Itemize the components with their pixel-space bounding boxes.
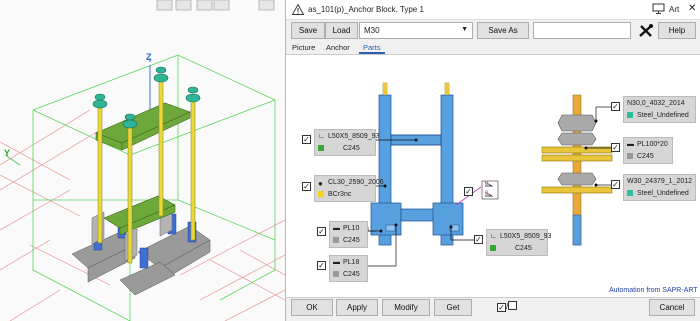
- y-axis-label: Y: [4, 148, 11, 158]
- help-button[interactable]: Help: [658, 22, 696, 39]
- nut-material: Steel_Undefined: [637, 112, 689, 119]
- deselect-all-checkbox[interactable]: [508, 301, 518, 310]
- angle-icon: ∟: [318, 133, 325, 140]
- anchor-block-3d-model: [0, 0, 285, 321]
- load-button[interactable]: Load: [325, 22, 358, 39]
- washer-plate-checkbox[interactable]: ✓: [611, 143, 620, 152]
- plate10-part[interactable]: ▬ PL10 C245: [329, 221, 368, 248]
- art-label: Art: [669, 5, 680, 14]
- plate10-checkbox[interactable]: ✓: [317, 227, 326, 236]
- automation-link[interactable]: Automation from SAPR-ART: [609, 287, 698, 294]
- bolt-part[interactable]: ● CL30_2590_2006 BCr3nc: [314, 175, 384, 202]
- nut-profile: N30,0_4032_2014: [627, 100, 685, 107]
- ok-button[interactable]: OK: [291, 299, 333, 316]
- save-as-button[interactable]: Save As: [477, 22, 529, 39]
- parts-panel: 8 8 ✓ ✓ ∟ L50X5_8509_93 C245 ✓ ● CL30_25…: [286, 54, 700, 298]
- angle-bottom-part[interactable]: ∟ L50X5_8509_93 C245: [486, 229, 552, 256]
- material-color-swatch: [627, 153, 633, 159]
- angle-top-part[interactable]: ∟ L50X5_8509_93 C245: [314, 129, 380, 156]
- angle-bottom-checkbox[interactable]: ✓: [474, 235, 483, 244]
- plate-icon: ▬: [333, 259, 340, 266]
- title-bar: as_101(p)_Anchor Block. Type 1 Art ✕: [286, 0, 700, 20]
- plate10-profile: PL10: [343, 225, 360, 232]
- plate18-checkbox[interactable]: ✓: [317, 261, 326, 270]
- plate18-profile: PL18: [343, 259, 360, 266]
- preset-value: M30: [364, 26, 380, 35]
- material-color-swatch: [627, 190, 633, 196]
- weld-leg-top: 8: [485, 181, 489, 187]
- bolt-checkbox[interactable]: ✓: [302, 182, 311, 191]
- nut-part[interactable]: N30,0_4032_2014 Steel_Undefined: [623, 96, 696, 123]
- save-button[interactable]: Save: [291, 22, 325, 39]
- plate18-part[interactable]: ▬ PL18 C245: [329, 255, 368, 282]
- tools-icon[interactable]: [636, 22, 656, 39]
- anchor-block-dialog: as_101(p)_Anchor Block. Type 1 Art ✕ Sav…: [285, 0, 700, 321]
- nut-checkbox[interactable]: ✓: [611, 102, 620, 111]
- model-viewport[interactable]: Z Y: [0, 0, 285, 321]
- material-color-swatch: [333, 271, 339, 277]
- select-all-checkbox[interactable]: ✓: [497, 303, 506, 312]
- washer-plate-profile: PL100*20: [637, 141, 668, 148]
- plate-icon: ▬: [627, 141, 634, 148]
- tab-picture[interactable]: Picture: [288, 43, 319, 54]
- bolt-material: BCr3nc: [328, 191, 352, 198]
- tab-parts[interactable]: Parts: [359, 43, 385, 54]
- save-as-name-input[interactable]: [533, 22, 631, 39]
- material-color-swatch: [333, 237, 339, 243]
- window-title: as_101(p)_Anchor Block. Type 1: [308, 5, 424, 14]
- bolt-icon: ●: [318, 179, 323, 188]
- material-color-swatch: [318, 191, 324, 197]
- plate10-material: C245: [343, 237, 360, 244]
- warning-icon: [292, 4, 304, 15]
- weld-leg-bottom: 8: [485, 191, 489, 197]
- angle-top-profile: L50X5_8509_93: [328, 133, 380, 140]
- apply-button[interactable]: Apply: [336, 299, 378, 316]
- z-axis-label: Z: [146, 52, 152, 62]
- angle-icon: ∟: [490, 233, 497, 240]
- get-button[interactable]: Get: [434, 299, 472, 316]
- close-icon[interactable]: ✕: [688, 3, 696, 14]
- cancel-button[interactable]: Cancel: [649, 299, 695, 316]
- plate18-material: C245: [343, 271, 360, 278]
- monitor-icon[interactable]: [652, 3, 665, 15]
- tab-anchor[interactable]: Anchor: [322, 43, 354, 54]
- washer-profile: W30_24379_1_2012: [627, 178, 693, 185]
- washer-plate-material: C245: [637, 153, 654, 160]
- select-toggle: ✓/: [497, 301, 518, 312]
- angle-top-checkbox[interactable]: ✓: [302, 135, 311, 144]
- bolt-profile: CL30_2590_2006: [328, 179, 384, 186]
- material-color-swatch: [627, 112, 633, 118]
- angle-bottom-material: C245: [515, 245, 532, 252]
- washer-material: Steel_Undefined: [637, 190, 689, 197]
- washer-checkbox[interactable]: ✓: [611, 180, 620, 189]
- chevron-down-icon: ▼: [461, 26, 468, 33]
- angle-top-material: C245: [343, 145, 360, 152]
- washer-plate-part[interactable]: ▬ PL100*20 C245: [623, 137, 673, 164]
- modify-button[interactable]: Modify: [382, 299, 430, 316]
- plate-icon: ▬: [333, 225, 340, 232]
- material-color-swatch: [318, 145, 324, 151]
- material-color-swatch: [490, 245, 496, 251]
- washer-part[interactable]: W30_24379_1_2012 Steel_Undefined: [623, 174, 696, 201]
- angle-bottom-profile: L50X5_8509_93: [500, 233, 552, 240]
- preset-dropdown[interactable]: M30 ▼: [359, 22, 473, 39]
- weld-checkbox[interactable]: ✓: [464, 187, 473, 196]
